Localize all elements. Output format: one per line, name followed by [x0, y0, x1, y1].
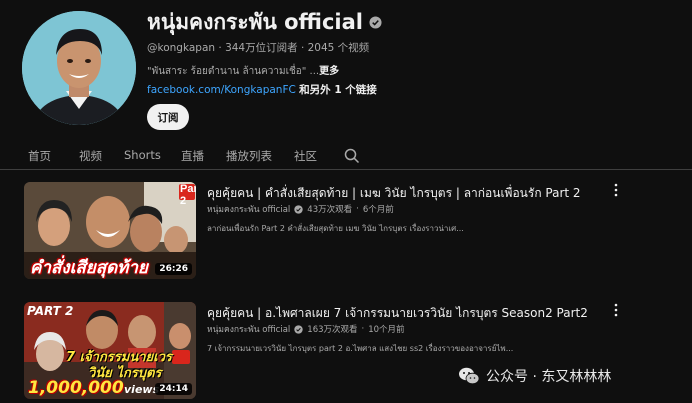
upload-age: 10个月前	[368, 325, 405, 335]
more-options-icon[interactable]	[612, 303, 620, 317]
channel-meta: @kongkapan · 344万位订阅者 · 2045 个视频	[147, 42, 370, 54]
more-options-icon[interactable]	[612, 183, 620, 197]
channel-title: หนุ่มคงกระพัน official	[147, 6, 382, 39]
view-count: 43万次观看	[307, 205, 353, 215]
tab-live[interactable]: 直播	[181, 148, 204, 164]
video-channel-name[interactable]: หนุ่มคงกระพัน official	[207, 202, 290, 216]
thumb-views-word: views	[124, 383, 160, 396]
video-title[interactable]: คุยคุ้ยคน | คำสั่งเสียสุดท้าย | เมฆ วินั…	[207, 184, 581, 203]
wechat-icon	[459, 367, 480, 385]
upload-age: 6个月前	[362, 205, 394, 215]
video-thumbnail[interactable]: Part 2 คำสั่งเสียสุดท้าย 26:26	[24, 182, 196, 279]
video-duration: 24:14	[155, 383, 192, 395]
watermark: 公众号 · 东又林林林	[458, 366, 611, 386]
subscriber-count: 344万位订阅者	[225, 42, 298, 54]
watermark-text: 公众号 · 东又林林林	[486, 369, 612, 385]
verified-icon	[294, 324, 303, 334]
channel-handle: @kongkapan	[147, 42, 216, 54]
channel-name: หนุ่มคงกระพัน official	[147, 10, 363, 34]
video-description: ลาก่อนเพื่อนรัก Part 2 คำสั่งเสียสุดท้าย…	[207, 224, 464, 233]
channel-links: facebook.com/KongkapanFC 和另外 1 个链接	[147, 82, 377, 97]
tab-shorts[interactable]: Shorts	[124, 148, 161, 162]
tab-home[interactable]: 首页	[28, 148, 51, 164]
channel-description[interactable]: "พันสาระ ร้อยตำนาน ล้านความเชื่อ" ...更多	[147, 62, 339, 79]
subscribe-button[interactable]: 订阅	[147, 104, 189, 130]
video-description: 7 เจ้ากรรมนายเวรวินัย ไกรบุตร part 2 อ.ไ…	[207, 344, 514, 353]
channel-avatar[interactable]	[22, 11, 136, 125]
facebook-link[interactable]: facebook.com/KongkapanFC	[147, 84, 296, 96]
verified-icon	[294, 204, 303, 214]
tab-videos[interactable]: 视频	[79, 148, 102, 164]
more-links-button[interactable]: 和另外 1 个链接	[299, 84, 377, 96]
video-channel-name[interactable]: หนุ่มคงกระพัน official	[207, 322, 290, 336]
verified-icon	[369, 16, 382, 29]
video-title[interactable]: คุยคุ้ยคน | อ.ไพศาลเผย 7 เจ้ากรรมนายเวรว…	[207, 304, 588, 323]
video-duration: 26:26	[155, 263, 192, 275]
thumb-badge: PART 2	[27, 304, 74, 318]
video-meta: หนุ่มคงกระพัน official 163万次观看 · 10个月前	[207, 322, 405, 336]
search-icon[interactable]	[344, 148, 360, 164]
thumb-views: 1,000,000	[28, 378, 124, 398]
video-meta: หนุ่มคงกระพัน official 43万次观看 · 6个月前	[207, 202, 394, 216]
video-count: 2045 个视频	[307, 42, 370, 54]
video-thumbnail[interactable]: PART 2 7 เจ้ากรรมนายเวร วินัย ไกรบุตร 1,…	[24, 302, 196, 399]
tab-community[interactable]: 社区	[294, 148, 317, 164]
more-link[interactable]: 更多	[319, 66, 339, 77]
thumb-badge: Part 2	[180, 183, 196, 207]
tab-playlists[interactable]: 播放列表	[226, 148, 272, 164]
view-count: 163万次观看	[307, 325, 358, 335]
thumb-caption: คำสั่งเสียสุดท้าย	[30, 258, 148, 278]
